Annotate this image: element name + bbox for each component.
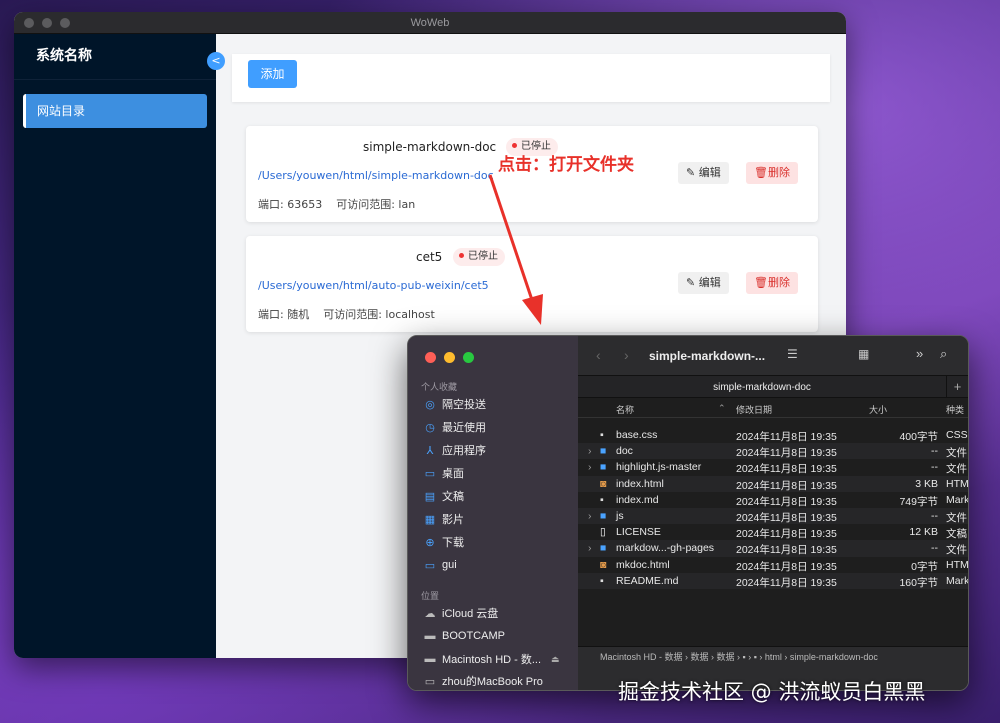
arrow-shaft xyxy=(488,174,534,301)
watermark: 掘金技术社区 @ 洪流蚁员白黑黑 xyxy=(618,680,926,704)
annotation-arrow xyxy=(488,174,543,325)
arrow-head xyxy=(522,294,543,325)
